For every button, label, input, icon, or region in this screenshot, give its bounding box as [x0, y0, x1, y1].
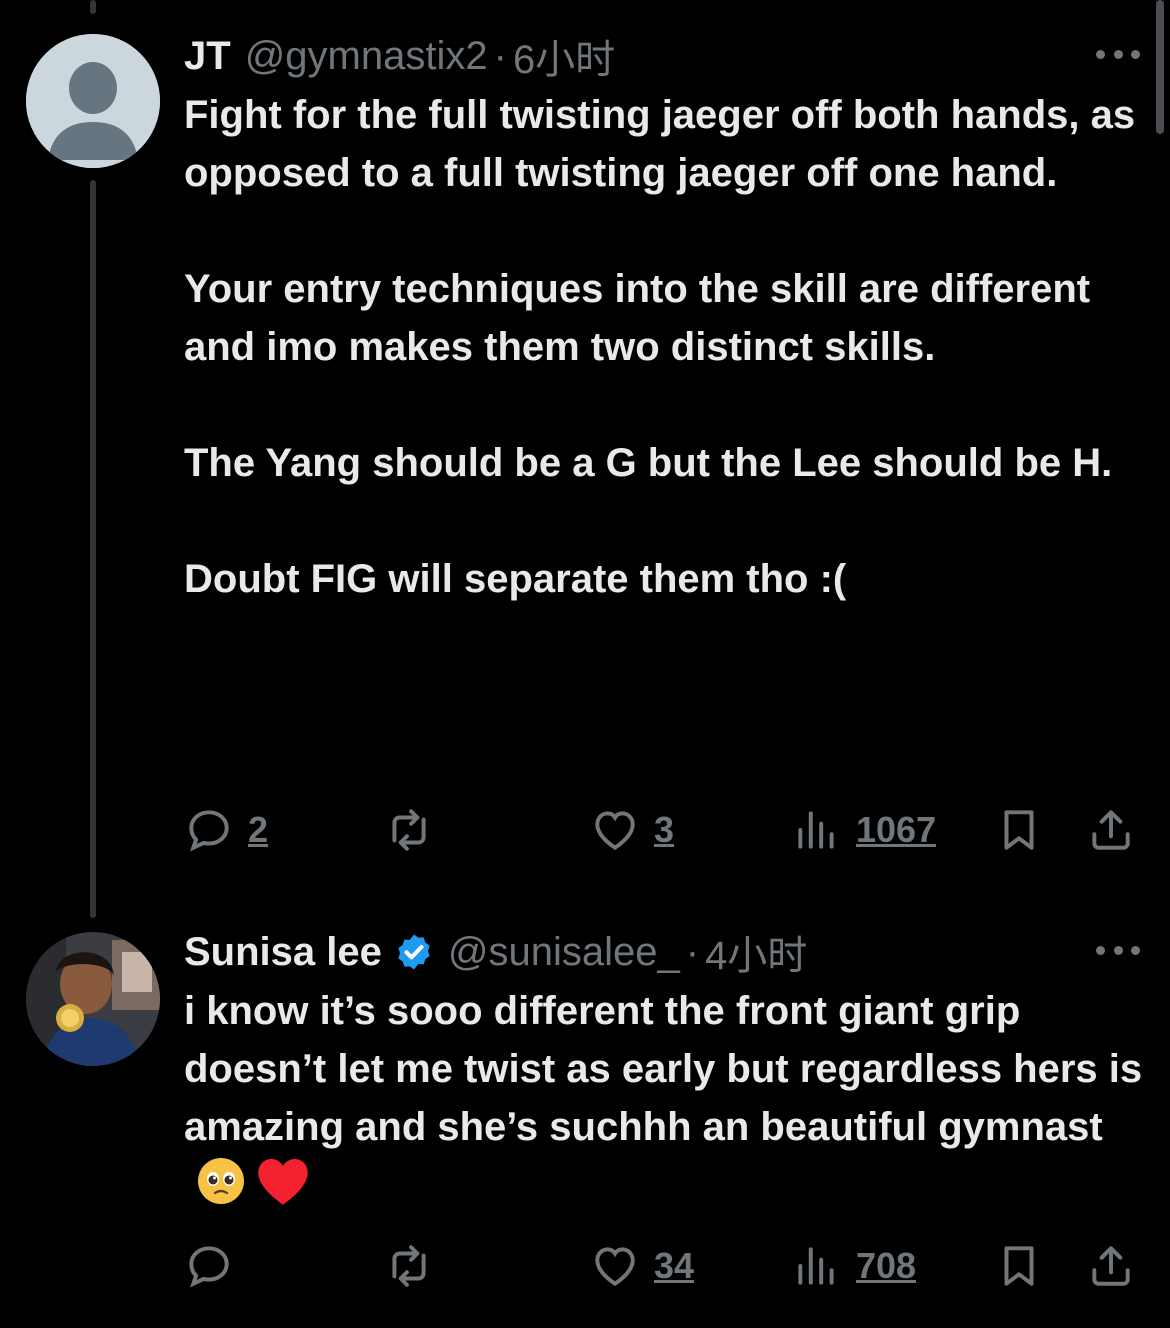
tweet-text: Fight for the full twisting jaeger off b…	[184, 93, 1136, 601]
profile-photo-icon	[26, 932, 160, 1066]
tweet-text: i know it’s sooo different the front gia…	[184, 989, 1154, 1149]
like-button[interactable]: 34	[590, 1236, 694, 1296]
view-count[interactable]: 708	[856, 1245, 916, 1287]
reply-button[interactable]: 2	[184, 800, 268, 860]
retweet-icon	[392, 809, 426, 851]
timestamp[interactable]: 6小时	[513, 27, 615, 85]
views-button[interactable]: 708	[792, 1236, 916, 1296]
bookmark-button[interactable]	[994, 800, 1044, 860]
more-options-icon[interactable]	[1096, 44, 1140, 64]
views-button[interactable]: 1067	[792, 800, 936, 860]
red-heart-emoji	[256, 1156, 310, 1222]
avatar[interactable]	[26, 34, 160, 168]
separator: ·	[493, 33, 507, 78]
bookmark-icon	[1004, 1246, 1034, 1286]
default-user-avatar-icon	[26, 34, 160, 168]
like-count[interactable]: 3	[654, 809, 674, 851]
author-name[interactable]: JT	[184, 34, 231, 79]
like-button[interactable]: 3	[590, 800, 674, 860]
share-button[interactable]	[1086, 1236, 1136, 1296]
like-count[interactable]: 34	[654, 1245, 694, 1287]
share-icon	[1092, 810, 1130, 850]
verified-badge-icon[interactable]	[394, 932, 434, 972]
author-handle[interactable]: @sunisalee_	[448, 930, 680, 975]
views-icon	[798, 1247, 834, 1285]
reply-button[interactable]	[184, 1236, 248, 1296]
retweet-button[interactable]	[384, 1236, 434, 1296]
views-icon	[798, 811, 834, 849]
tweet[interactable]: JT @gymnastix2 · 6小时 Fight for the full …	[0, 0, 1170, 910]
heart-icon	[595, 811, 635, 851]
reply-count[interactable]: 2	[248, 809, 268, 851]
avatar[interactable]	[26, 932, 160, 1066]
timestamp[interactable]: 4小时	[705, 923, 807, 981]
tweet-text-block: i know it’s sooo different the front gia…	[184, 982, 1144, 1222]
reply-icon	[189, 810, 229, 852]
more-options-icon[interactable]	[1096, 940, 1140, 960]
separator: ·	[685, 929, 700, 974]
tweet-header: Sunisa lee @sunisalee_ · 4小时	[184, 929, 807, 979]
bookmark-button[interactable]	[994, 1236, 1044, 1296]
author-handle[interactable]: @gymnastix2	[245, 34, 488, 79]
heart-icon	[595, 1247, 635, 1287]
retweet-button[interactable]	[384, 800, 434, 860]
tweet[interactable]: Sunisa lee @sunisalee_ · 4小时 i know it’s…	[0, 910, 1170, 1328]
author-name[interactable]: Sunisa lee	[184, 930, 382, 975]
reply-icon	[189, 1246, 229, 1288]
pleading-face-emoji	[198, 1158, 244, 1204]
tweet-header: JT @gymnastix2 · 6小时	[184, 33, 615, 83]
view-count[interactable]: 1067	[856, 809, 936, 851]
retweet-icon	[392, 1245, 426, 1287]
tweet-actions: 34 708	[184, 1236, 1144, 1296]
share-button[interactable]	[1086, 800, 1136, 860]
share-icon	[1092, 1246, 1130, 1286]
bookmark-icon	[1004, 810, 1034, 850]
tweet-actions: 2 3 1067	[184, 800, 1144, 860]
